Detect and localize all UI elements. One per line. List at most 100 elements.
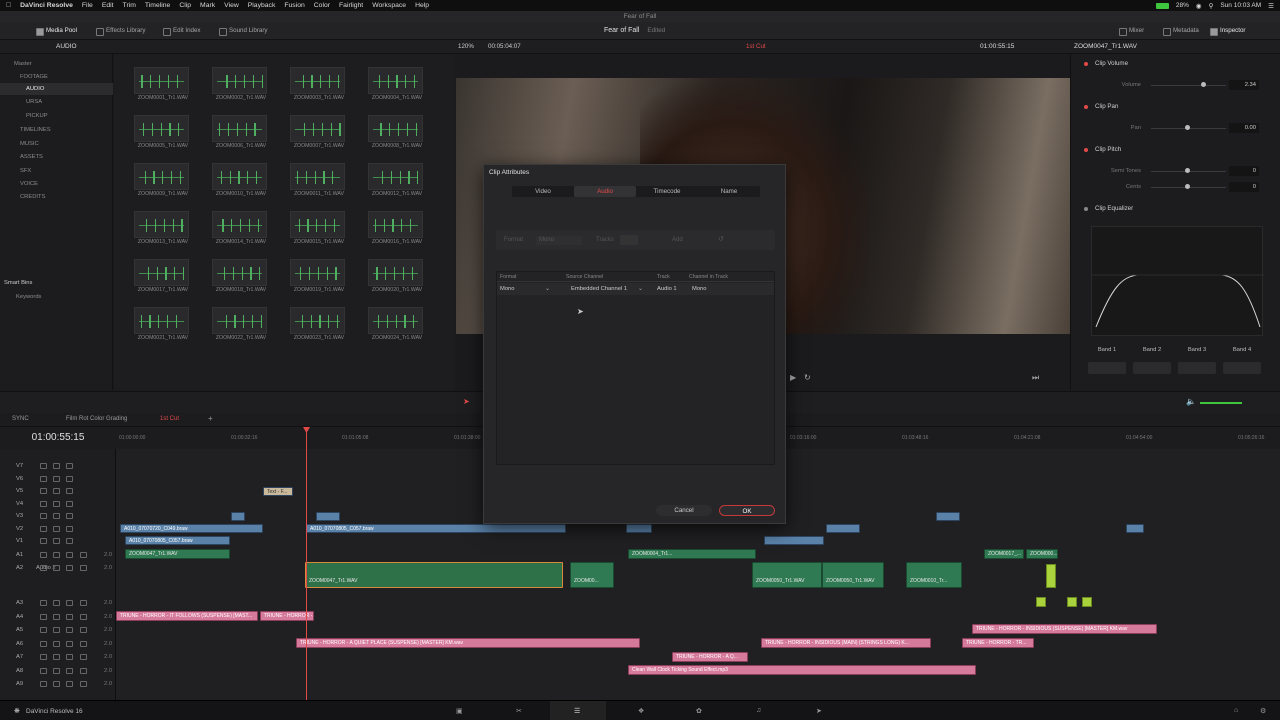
video-clip[interactable] [936,512,960,521]
text-clip[interactable]: Text - F... [263,487,293,496]
audio-track-header[interactable]: A6 2.0 [0,638,116,651]
menu-fusion[interactable]: Fusion [284,2,304,9]
audio-clip-yellow[interactable] [1067,597,1077,607]
eq-band-4-label[interactable]: Band 4 [1222,347,1262,357]
auto-select-icon[interactable] [53,525,60,532]
audio-track-header[interactable]: A2 Audio 2 2.0 [0,562,116,575]
media-clip-thumbnail[interactable]: ZOOM0016_Tr1.WAV [368,201,426,247]
bin-ursa[interactable]: URSA [0,96,113,108]
enable-dot-icon[interactable] [1084,62,1088,66]
auto-select-icon[interactable] [53,463,60,469]
mute-icon[interactable] [80,600,87,606]
volume-knob[interactable] [1201,82,1206,87]
solo-icon[interactable] [66,654,73,660]
auto-select-icon[interactable] [53,654,60,660]
audio-track-header[interactable]: A4 2.0 [0,611,116,624]
menu-timeline[interactable]: Timeline [145,2,170,9]
video-track-header[interactable]: V2 [0,523,116,536]
bin-music[interactable]: MUSIC [0,138,113,150]
mute-icon[interactable] [80,681,87,687]
media-clip-thumbnail[interactable]: ZOOM0010_Tr1.WAV [212,153,270,199]
video-track-header[interactable]: V3 [0,510,116,523]
bin-master[interactable]: Master [0,58,113,70]
mute-icon[interactable] [80,654,87,660]
auto-select-icon[interactable] [53,681,60,687]
monitor-icon[interactable] [66,538,73,544]
media-clip-thumbnail[interactable]: ZOOM0007_Tr1.WAV [290,105,348,151]
eq-band-1-label[interactable]: Band 1 [1087,347,1127,357]
lock-icon[interactable] [40,513,47,519]
auto-select-icon[interactable] [53,565,60,571]
pan-knob[interactable] [1185,125,1190,130]
eq-band-4-type[interactable] [1223,362,1261,374]
clip-pitch-section[interactable]: Clip Pitch [1075,143,1270,157]
bin-credits[interactable]: CREDITS [0,191,113,203]
solo-icon[interactable] [66,627,73,633]
cents-knob[interactable] [1185,184,1190,189]
media-clip-thumbnail[interactable]: ZOOM0002_Tr1.WAV [212,57,270,103]
media-pool-button[interactable]: Media Pool [36,22,77,40]
mute-icon[interactable] [80,627,87,633]
ok-button[interactable]: OK [719,505,775,516]
media-clip-thumbnail[interactable]: ZOOM0019_Tr1.WAV [290,249,348,295]
smart-bins-header[interactable]: Smart Bins [0,277,113,289]
bin-pickup[interactable]: PICKUP [0,110,113,122]
lock-icon[interactable] [40,681,47,687]
audio-clip[interactable]: ZOOM0047_Tr1.WAV [125,549,230,559]
sound-library-button[interactable]: Sound Library [219,22,268,40]
eq-graph[interactable] [1091,226,1264,336]
auto-select-icon[interactable] [53,627,60,633]
auto-select-icon[interactable] [53,500,60,507]
monitor-icon[interactable] [66,475,73,482]
lock-icon[interactable] [40,667,47,674]
music-clip[interactable]: TRIUNE - HORROR - A Q... [672,652,748,662]
bin-timelines[interactable]: TIMELINES [0,124,113,136]
cents-value[interactable]: 0 [1229,182,1259,192]
music-clip[interactable]: TRIUNE - HORROR - INSIDIOUS (MAIN) (STRI… [761,638,931,648]
auto-select-icon[interactable] [53,538,60,544]
menu-clip[interactable]: Clip [179,2,191,9]
media-clip-thumbnail[interactable]: ZOOM0006_Tr1.WAV [212,105,270,151]
cancel-button[interactable]: Cancel [656,505,712,516]
audio-clip[interactable]: ZOOM0050_Tr1.WAV [822,562,884,588]
audio-clip[interactable]: ZOOM0004_Tr1... [628,549,756,559]
bin-assets[interactable]: ASSETS [0,151,113,163]
monitor-icon[interactable] [66,500,73,507]
tab-timecode[interactable]: Timecode [636,186,698,197]
eq-band-2-label[interactable]: Band 2 [1132,347,1172,357]
video-clip[interactable] [1126,524,1144,533]
menu-color[interactable]: Color [314,2,330,9]
video-clip[interactable]: A010_07070720_C049.braw [120,524,263,533]
audio-track-header[interactable]: A3 2.0 [0,597,116,610]
video-clip[interactable] [316,512,340,521]
monitor-icon[interactable] [66,463,73,469]
audio-clip-yellow[interactable] [1036,597,1046,607]
video-clip[interactable] [626,524,652,533]
media-clip-thumbnail[interactable]: ZOOM0015_Tr1.WAV [290,201,348,247]
timeline-selector[interactable]: 1st Cut [746,43,766,50]
mixer-button[interactable]: Mixer [1119,22,1144,40]
media-clip-thumbnail[interactable]: ZOOM0011_Tr1.WAV [290,153,348,199]
lock-icon[interactable] [40,538,47,544]
video-clip[interactable] [231,512,245,521]
sfx-clip[interactable]: Clean Wall Clock Ticking Sound Effect.mp… [628,665,976,675]
tab-name[interactable]: Name [698,186,760,197]
media-clip-thumbnail[interactable]: ZOOM0013_Tr1.WAV [134,201,192,247]
monitor-icon[interactable] [66,525,73,532]
loop-icon[interactable]: ↻ [804,373,811,382]
lock-icon[interactable] [40,640,47,647]
monitor-icon[interactable] [66,513,73,519]
deliver-page-icon[interactable]: ➤ [816,707,822,715]
selection-tool-icon[interactable]: ➤ [463,397,470,406]
music-clip[interactable]: TRIUNE - HORROR - IT FOLLOWS (SUSPENSE) … [116,611,258,621]
video-clip[interactable]: A010_07070805_C057.braw [306,524,566,533]
auto-select-icon[interactable] [53,513,60,519]
media-clip-thumbnail[interactable]: ZOOM0020_Tr1.WAV [368,249,426,295]
media-clip-thumbnail[interactable]: ZOOM0008_Tr1.WAV [368,105,426,151]
tracks-input[interactable] [620,235,638,245]
lock-icon[interactable] [40,565,47,571]
media-clip-thumbnail[interactable]: ZOOM0017_Tr1.WAV [134,249,192,295]
video-clip[interactable] [764,536,824,545]
timeline-tab-color-grading[interactable]: Film Rot Color Grading [66,416,127,422]
inspector-button[interactable]: Inspector [1210,22,1245,40]
